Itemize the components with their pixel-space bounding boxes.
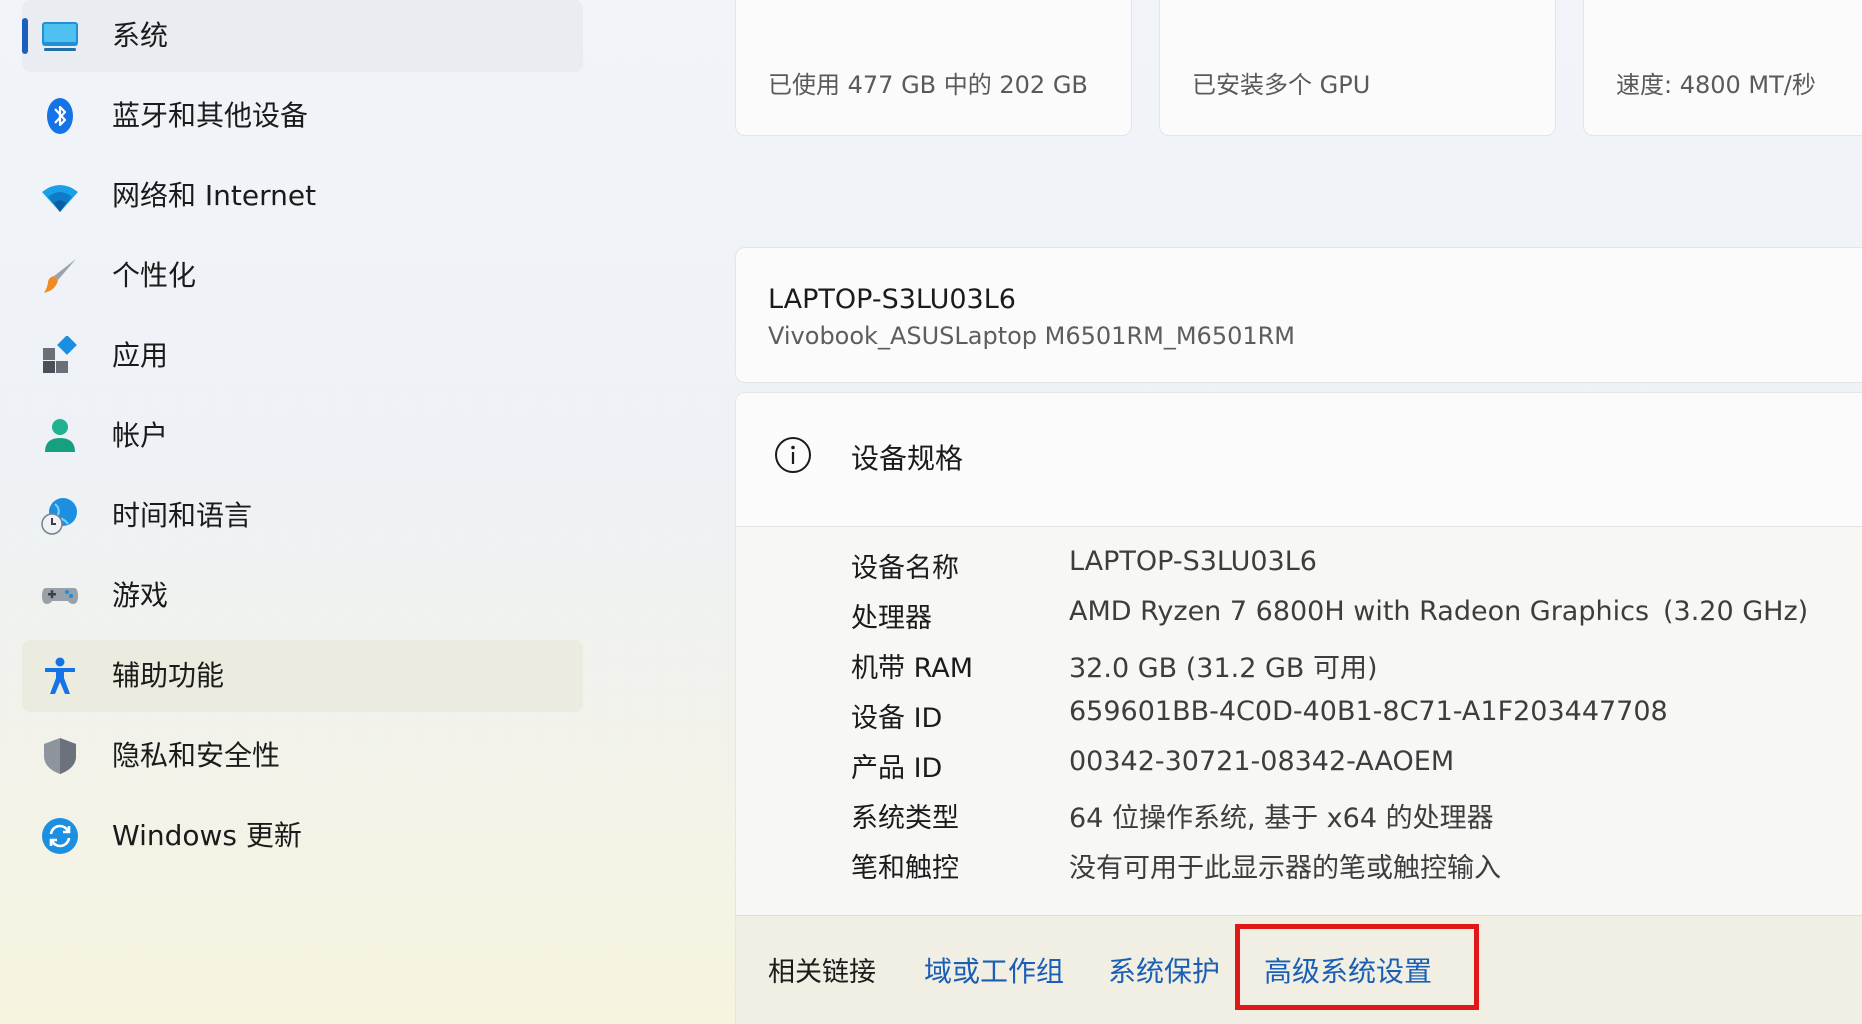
storage-text: 已使用 477 GB 中的 202 GB <box>768 71 1088 99</box>
sidebar-item-accounts[interactable]: 帐户 <box>22 400 583 472</box>
sidebar-item-gaming[interactable]: 游戏 <box>22 560 583 632</box>
storage-card[interactable]: 已使用 477 GB 中的 202 GB <box>735 0 1132 136</box>
sidebar-item-label: 隐私和安全性 <box>112 739 281 772</box>
device-name: LAPTOP-S3LU03L6 <box>768 284 1016 315</box>
spec-row-processor: 处理器 AMD Ryzen 7 6800H with Radeon Graphi… <box>851 596 1851 646</box>
spec-key: 处理器 <box>851 603 932 634</box>
gpu-card[interactable]: 已安装多个 GPU <box>1159 0 1556 136</box>
gamepad-icon <box>42 588 78 604</box>
sidebar-item-apps[interactable]: 应用 <box>22 320 583 392</box>
sidebar-item-network[interactable]: 网络和 Internet <box>22 160 583 232</box>
spec-key: 笔和触控 <box>851 853 959 884</box>
spec-value: 32.0 GB (31.2 GB 可用) <box>1069 653 1378 684</box>
sidebar-item-label: 蓝牙和其他设备 <box>112 99 309 132</box>
sidebar-item-personalization[interactable]: 个性化 <box>22 240 583 312</box>
wifi-icon <box>42 185 78 212</box>
spec-value: 没有可用于此显示器的笔或触控输入 <box>1069 853 1501 884</box>
spec-value: 659601BB-4C0D-40B1-8C71-A1F203447708 <box>1069 696 1668 727</box>
sidebar-item-label: 帐户 <box>112 419 169 452</box>
sidebar-item-label: 个性化 <box>112 259 197 292</box>
device-specs-body: 设备名称 LAPTOP-S3LU03L6 处理器 AMD Ryzen 7 680… <box>735 526 1862 915</box>
monitor-icon <box>42 22 78 51</box>
gpu-text: 已安装多个 GPU <box>1192 71 1371 99</box>
spec-value-extra: (3.20 GHz) <box>1663 596 1809 627</box>
info-icon <box>775 437 811 473</box>
domain-workgroup-link[interactable]: 域或工作组 <box>924 950 1064 990</box>
apps-icon <box>43 336 77 373</box>
sidebar-item-privacy[interactable]: 隐私和安全性 <box>22 720 583 792</box>
divider <box>735 526 1862 527</box>
sidebar-item-time-language[interactable]: 时间和语言 <box>22 480 583 552</box>
shield-icon <box>44 738 76 774</box>
spec-row-system-type: 系统类型 64 位操作系统, 基于 x64 的处理器 <box>851 796 1851 846</box>
sidebar-item-label: 系统 <box>112 19 169 52</box>
sidebar-item-accessibility[interactable]: 辅助功能 <box>22 640 583 712</box>
system-protection-link[interactable]: 系统保护 <box>1108 950 1220 990</box>
sidebar-item-label: 网络和 Internet <box>112 179 317 212</box>
spec-value: 00342-30721-08342-AAOEM <box>1069 746 1455 777</box>
spec-row-pen-touch: 笔和触控 没有可用于此显示器的笔或触控输入 <box>851 846 1851 896</box>
spec-row-device-name: 设备名称 LAPTOP-S3LU03L6 <box>851 546 1851 596</box>
spec-value: LAPTOP-S3LU03L6 <box>1069 546 1317 577</box>
spec-row-product-id: 产品 ID 00342-30721-08342-AAOEM <box>851 746 1851 796</box>
memory-card[interactable]: 速度: 4800 MT/秒 <box>1583 0 1862 136</box>
device-name-card[interactable]: LAPTOP-S3LU03L6 Vivobook_ASUSLaptop M650… <box>735 247 1862 383</box>
spec-value: AMD Ryzen 7 6800H with Radeon Graphics <box>1069 596 1650 627</box>
globe-clock-icon <box>41 498 77 535</box>
spec-key: 设备 ID <box>851 703 943 734</box>
sidebar-item-windows-update[interactable]: Windows 更新 <box>22 800 583 872</box>
sidebar-item-label: 游戏 <box>112 579 169 612</box>
sidebar-item-label: 辅助功能 <box>112 659 225 692</box>
spec-key: 系统类型 <box>851 803 959 834</box>
sidebar: 系统 蓝牙和其他设备 网络和 Internet 个性化 应用 帐户 时间和语言 … <box>0 0 600 1024</box>
spec-key: 机带 RAM <box>851 653 974 684</box>
accessibility-icon <box>45 657 75 694</box>
device-specs-header[interactable]: 设备规格 <box>735 392 1862 526</box>
highlight-box <box>1235 924 1479 1010</box>
sidebar-item-system[interactable]: 系统 <box>22 0 583 72</box>
memory-speed-text: 速度: 4800 MT/秒 <box>1616 71 1816 99</box>
sidebar-item-label: Windows 更新 <box>112 819 302 852</box>
sync-icon <box>42 818 78 854</box>
bluetooth-icon <box>47 98 73 134</box>
related-links-label: 相关链接 <box>768 957 876 988</box>
spec-key: 设备名称 <box>851 553 959 584</box>
spec-row-ram: 机带 RAM 32.0 GB (31.2 GB 可用) <box>851 646 1851 696</box>
sidebar-item-label: 应用 <box>112 339 169 372</box>
active-indicator <box>22 18 28 54</box>
brush-icon <box>44 259 76 293</box>
spec-value: 64 位操作系统, 基于 x64 的处理器 <box>1069 803 1494 834</box>
sidebar-item-label: 时间和语言 <box>112 499 253 532</box>
person-icon <box>45 419 75 452</box>
spec-row-device-id: 设备 ID 659601BB-4C0D-40B1-8C71-A1F2034477… <box>851 696 1851 746</box>
sidebar-item-bluetooth[interactable]: 蓝牙和其他设备 <box>22 80 583 152</box>
device-model: Vivobook_ASUSLaptop M6501RM_M6501RM <box>768 322 1296 350</box>
spec-key: 产品 ID <box>851 753 943 784</box>
device-specs-title: 设备规格 <box>851 442 964 475</box>
